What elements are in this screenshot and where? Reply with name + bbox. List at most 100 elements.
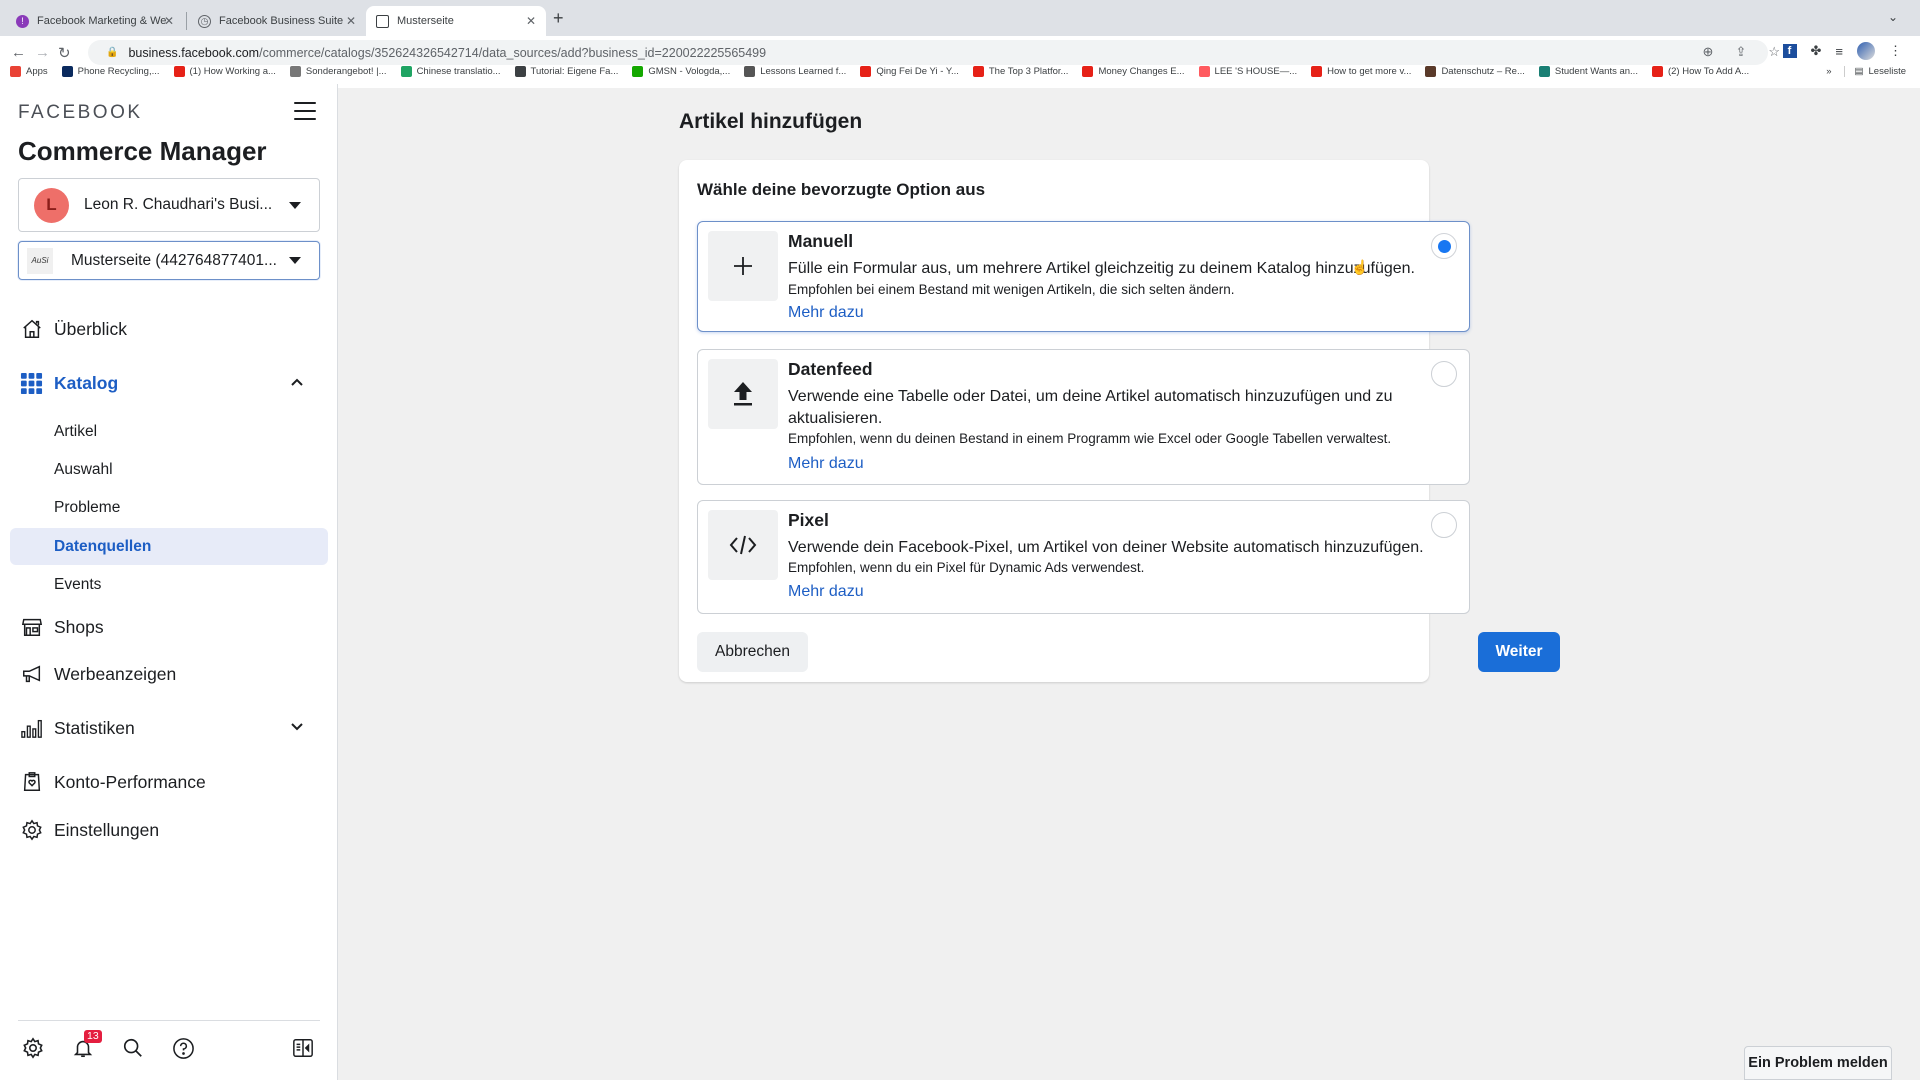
search-icon[interactable] (120, 1035, 146, 1061)
bookmark-item[interactable]: Qing Fei De Yi - Y... (860, 65, 959, 77)
browser-tab-3-active[interactable]: Musterseite ✕ (366, 6, 546, 36)
sidebar-item-probleme[interactable]: Probleme (10, 489, 328, 526)
radio-datafeed[interactable] (1431, 361, 1457, 387)
bookmark-item[interactable]: Apps (10, 65, 48, 77)
close-icon[interactable]: ✕ (164, 14, 174, 28)
collapse-sidebar-icon[interactable] (290, 1035, 316, 1061)
bookmark-star-icon[interactable]: ☆ (1768, 44, 1780, 60)
option-recommendation: Empfohlen, wenn du deinen Bestand in ein… (788, 431, 1392, 446)
business-selector[interactable]: L Leon R. Chaudhari's Busi... (18, 178, 320, 232)
facebook-extension-icon[interactable]: f (1782, 44, 1797, 58)
sidebar-item-auswahl[interactable]: Auswahl (10, 451, 328, 488)
sidebar-item-account-performance[interactable]: Konto-Performance (0, 763, 338, 801)
sidebar-item-ads[interactable]: Werbeanzeigen (0, 655, 338, 693)
mouse-cursor-icon: ☝ (1351, 259, 1369, 275)
business-avatar: L (34, 187, 69, 223)
sidebar-item-artikel[interactable]: Artikel (10, 413, 328, 450)
teal-t-icon (1538, 65, 1550, 77)
close-icon[interactable]: ✕ (526, 14, 536, 28)
reading-list-label: Leseliste (1868, 65, 1907, 77)
reading-list-icon: ▤ (1854, 65, 1864, 77)
tab-search-chevron-icon[interactable]: ⌄ (1888, 10, 1898, 24)
back-arrow-icon[interactable]: ← (11, 44, 26, 61)
sidebar-item-statistics[interactable]: Statistiken (0, 709, 338, 747)
sidebar-item-shops[interactable]: Shops (0, 608, 338, 646)
hamburger-menu-icon[interactable] (294, 102, 316, 120)
bookmark-item[interactable]: Lessons Learned f... (744, 65, 846, 77)
plus-icon (708, 231, 778, 301)
learn-more-link[interactable]: Mehr dazu (788, 304, 864, 322)
puzzle-extensions-icon[interactable]: ✤ (1811, 43, 1822, 59)
shop-icon (20, 616, 43, 639)
reading-list-button[interactable]: ▤ Leseliste (1843, 65, 1907, 77)
radio-pixel[interactable] (1431, 512, 1457, 538)
bookmark-item[interactable]: The Top 3 Platfor... (972, 65, 1069, 77)
bookmark-item[interactable]: (2) How To Add A... (1651, 65, 1749, 77)
sidebar-item-overview[interactable]: Überblick (0, 310, 338, 348)
bookmark-item[interactable]: LEE 'S HOUSE—... (1198, 65, 1298, 77)
chevron-down-icon[interactable] (290, 721, 304, 735)
browser-tab-1[interactable]: ! Facebook Marketing & Werbea ✕ (6, 6, 184, 36)
bookmark-item[interactable]: (1) How Working a... (173, 65, 276, 77)
option-title: Manuell (788, 231, 854, 251)
option-pixel[interactable]: Pixel Verwende dein Facebook-Pixel, um A… (697, 500, 1470, 614)
forward-arrow-icon[interactable]: → (35, 44, 50, 61)
settings-gear-icon[interactable] (20, 1035, 46, 1061)
sub-label: Events (54, 575, 102, 593)
bookmark-item[interactable]: How to get more v... (1311, 65, 1412, 77)
percent-icon (744, 65, 756, 77)
bookmark-label: Sonderangebot! |... (305, 65, 387, 77)
zoom-icon[interactable]: ⊕ (1703, 44, 1714, 60)
option-manual[interactable]: Manuell Fülle ein Formular aus, um mehre… (697, 221, 1470, 332)
sidebar-item-settings[interactable]: Einstellungen (0, 811, 338, 849)
nav-label: Katalog (54, 372, 119, 393)
app-title: Commerce Manager (18, 136, 267, 166)
youtube-icon (972, 65, 984, 77)
nav-label: Statistiken (54, 717, 135, 738)
more-bookmarks-icon[interactable]: » (1826, 66, 1831, 77)
business-name: Leon R. Chaudhari's Busi... (84, 196, 273, 213)
upload-icon (708, 359, 778, 429)
notifications-bell-icon[interactable]: 13 (70, 1030, 102, 1061)
media-queue-icon[interactable]: ≡ (1835, 44, 1843, 59)
bookmark-label: Datenschutz – Re... (1441, 65, 1525, 77)
share-icon[interactable]: ⇪ (1735, 44, 1746, 60)
menu-kebab-icon[interactable]: ⋮ (1889, 43, 1902, 59)
bookmark-item[interactable]: Money Changes E... (1082, 65, 1185, 77)
close-icon[interactable]: ✕ (346, 14, 356, 28)
page-selector[interactable]: AuSi Musterseite (442764877401... (18, 241, 320, 280)
bookmark-item[interactable]: Datenschutz – Re... (1425, 65, 1525, 77)
chevron-up-icon[interactable] (290, 376, 304, 390)
bookmark-item[interactable]: Student Wants an... (1538, 65, 1638, 77)
browser-tab-2[interactable]: ◷ Facebook Business Suite ✕ (188, 6, 366, 36)
caret-down-icon (289, 201, 301, 209)
next-button[interactable]: Weiter (1478, 632, 1560, 672)
green-f-icon (400, 65, 412, 77)
radio-manual-selected[interactable] (1431, 233, 1457, 259)
sidebar-item-datenquellen[interactable]: Datenquellen (10, 528, 328, 565)
bookmark-label: The Top 3 Platfor... (988, 65, 1069, 77)
option-datafeed[interactable]: Datenfeed Verwende eine Tabelle oder Dat… (697, 349, 1470, 485)
option-recommendation: Empfohlen bei einem Bestand mit wenigen … (788, 282, 1235, 297)
help-icon[interactable] (170, 1035, 196, 1061)
option-title: Datenfeed (788, 359, 873, 379)
sidebar-item-events[interactable]: Events (10, 566, 328, 603)
bookmark-item[interactable]: GMSN - Vologda,... (632, 65, 730, 77)
new-tab-button[interactable]: + (553, 8, 564, 29)
learn-more-link[interactable]: Mehr dazu (788, 583, 864, 601)
add-items-card: Wähle deine bevorzugte Option aus Manuel… (679, 160, 1560, 682)
sidebar-item-catalog[interactable]: Katalog (0, 364, 338, 402)
nav-label: Werbeanzeigen (54, 663, 177, 684)
bookmark-label: LEE 'S HOUSE—... (1214, 65, 1298, 77)
bookmark-item[interactable]: Chinese translatio... (400, 65, 501, 77)
bookmark-item[interactable]: Sonderangebot! |... (289, 65, 387, 77)
bookmark-item[interactable]: Tutorial: Eigene Fa... (514, 65, 618, 77)
report-problem-button[interactable]: Ein Problem melden (1744, 1046, 1892, 1080)
bookmark-label: How to get more v... (1327, 65, 1412, 77)
youtube-icon (1311, 65, 1323, 77)
learn-more-link[interactable]: Mehr dazu (788, 455, 864, 473)
cancel-button[interactable]: Abbrechen (697, 632, 808, 672)
bookmark-item[interactable]: Phone Recycling,... (61, 65, 160, 77)
profile-avatar[interactable] (1857, 42, 1875, 60)
tab-title: Facebook Business Suite (219, 15, 344, 27)
